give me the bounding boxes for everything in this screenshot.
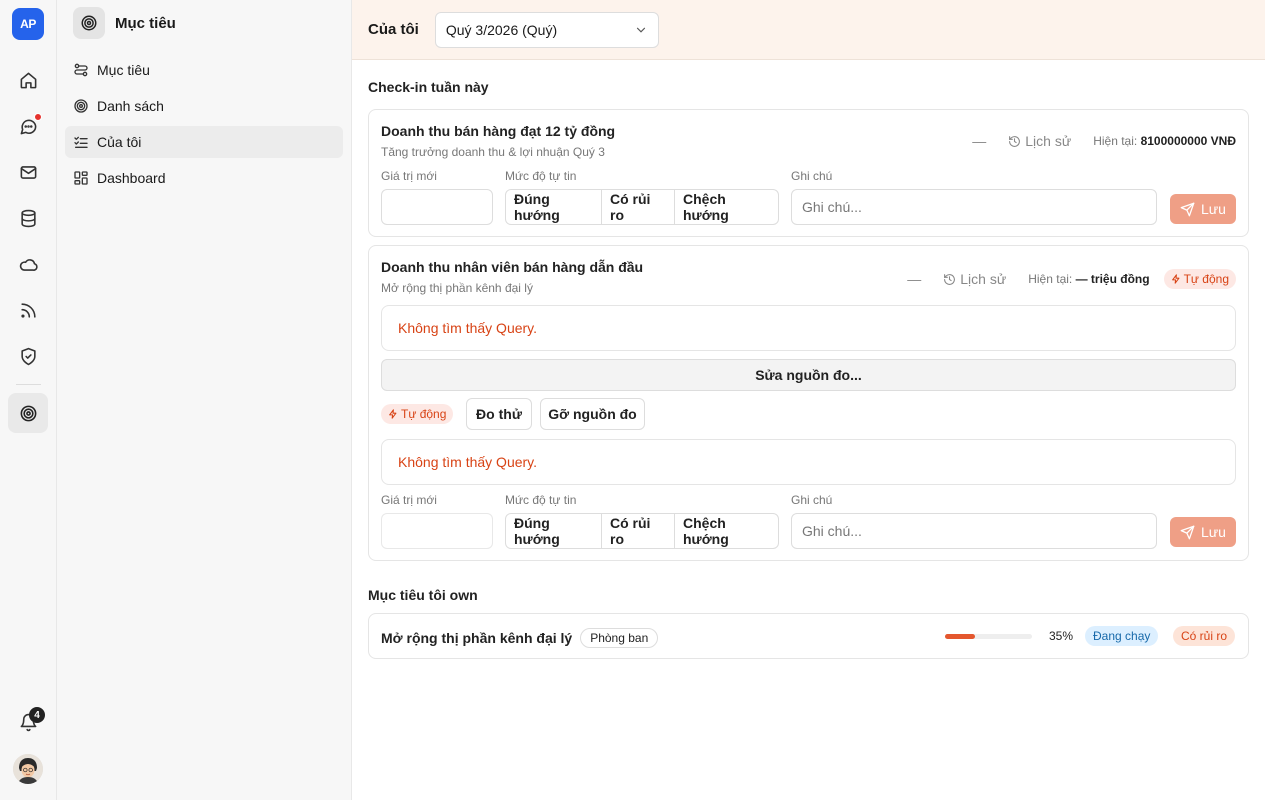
period-select[interactable]: Quý 3/2026 (Quý) xyxy=(434,11,659,48)
history-icon xyxy=(1009,135,1021,147)
card-title: Doanh thu nhân viên bán hàng dẫn đầu xyxy=(381,259,644,275)
new-value-input[interactable] xyxy=(381,189,493,225)
history-label: Lịch sử xyxy=(960,271,1007,287)
remove-source-button[interactable]: Gỡ nguồn đo xyxy=(540,398,645,430)
save-label: Lưu xyxy=(1201,524,1226,540)
save-button[interactable]: Lưu xyxy=(1170,194,1236,224)
unread-dot xyxy=(34,113,42,121)
sidebar-item-mine[interactable]: Của tôi xyxy=(65,126,343,158)
cloud-icon[interactable] xyxy=(12,248,44,280)
sidebar-nav: Mục tiêu Danh sách Của tôi Dashboard xyxy=(65,54,343,198)
card-title: Doanh thu bán hàng đạt 12 tỷ đồng xyxy=(381,123,616,139)
confidence-off-track[interactable]: Chệch hướng xyxy=(675,514,778,548)
send-icon xyxy=(1180,202,1195,216)
progress-bar-fill xyxy=(945,634,976,639)
sidebar: Mục tiêu Mục tiêu Danh sách Của tôi Dash… xyxy=(57,0,352,800)
confidence-label: Mức độ tự tin xyxy=(505,493,577,507)
confidence-segmented: Đúng hướng Có rủi ro Chệch hướng xyxy=(505,189,779,225)
edit-source-button[interactable]: Sửa nguồn đo... xyxy=(381,359,1236,391)
notification-count-badge: 4 xyxy=(29,707,45,723)
history-button[interactable]: Lịch sử xyxy=(943,271,1006,287)
confidence-segmented: Đúng hướng Có rủi ro Chệch hướng xyxy=(505,513,779,549)
confidence-label: Mức độ tự tin xyxy=(505,169,577,183)
current-value: Hiện tại: — triệu đồng xyxy=(1028,272,1150,286)
icon-rail: AP 4 xyxy=(0,0,57,800)
home-icon[interactable] xyxy=(12,64,44,96)
own-goal-title-group: Mở rộng thị phần kênh đại lý Phòng ban xyxy=(381,628,659,648)
mail-icon[interactable] xyxy=(12,156,44,188)
card-subtitle: Tăng trưởng doanh thu & lợi nhuận Quý 3 xyxy=(381,145,605,159)
auto-badge: Tự động xyxy=(381,404,454,424)
department-chip: Phòng ban xyxy=(580,628,659,648)
history-label: Lịch sử xyxy=(1025,133,1072,149)
query-error-message: Không tìm thấy Query. xyxy=(381,305,1236,351)
target-icon xyxy=(74,99,88,113)
topbar: Của tôi Quý 3/2026 (Quý) xyxy=(352,0,1265,60)
confidence-on-track[interactable]: Đúng hướng xyxy=(506,190,602,224)
query-error-message: Không tìm thấy Query. xyxy=(381,439,1236,485)
auto-badge: Tự động xyxy=(1163,269,1236,289)
confidence-off-track[interactable]: Chệch hướng xyxy=(675,190,778,224)
sidebar-title: Mục tiêu xyxy=(115,14,176,32)
goals-icon xyxy=(74,63,88,77)
lightning-icon xyxy=(1171,274,1180,284)
save-label: Lưu xyxy=(1201,201,1226,217)
app-logo[interactable]: AP xyxy=(12,8,44,40)
database-icon[interactable] xyxy=(12,202,44,234)
sidebar-item-label: Mục tiêu xyxy=(97,62,150,78)
card-meta: — Lịch sử Hiện tại: 8100000000 VNĐ xyxy=(972,133,1236,149)
confidence-at-risk[interactable]: Có rủi ro xyxy=(602,514,675,548)
current-value: Hiện tại: 8100000000 VNĐ xyxy=(1093,134,1236,148)
test-measure-button[interactable]: Đo thử xyxy=(466,398,532,430)
goals-target-icon[interactable] xyxy=(8,393,48,433)
checkin-section-title: Check-in tuần này xyxy=(368,79,489,95)
send-icon xyxy=(1180,525,1195,539)
rss-icon[interactable] xyxy=(12,294,44,326)
chat-icon[interactable] xyxy=(12,110,44,142)
new-value-input[interactable] xyxy=(381,513,493,549)
history-button[interactable]: Lịch sử xyxy=(1008,133,1071,149)
user-avatar[interactable] xyxy=(13,754,43,784)
note-input[interactable]: Ghi chú... xyxy=(791,189,1157,225)
note-label: Ghi chú xyxy=(791,493,833,507)
note-input[interactable]: Ghi chú... xyxy=(791,513,1157,549)
sidebar-item-label: Của tôi xyxy=(97,134,142,150)
rail-divider xyxy=(16,384,41,385)
sidebar-header: Mục tiêu xyxy=(73,7,176,39)
confidence-on-track[interactable]: Đúng hướng xyxy=(506,514,602,548)
own-section-title: Mục tiêu tôi own xyxy=(368,587,478,603)
main-content: Của tôi Quý 3/2026 (Quý) Check-in tuần n… xyxy=(352,0,1265,800)
note-label: Ghi chú xyxy=(791,169,833,183)
new-value-label: Giá trị mới xyxy=(381,493,437,507)
checklist-icon xyxy=(74,136,88,148)
goals-target-icon xyxy=(73,7,105,39)
risk-badge: Có rủi ro xyxy=(1173,626,1236,646)
shield-check-icon[interactable] xyxy=(12,340,44,372)
progress-percent: 35% xyxy=(1049,629,1074,643)
status-badge: Đang chạy xyxy=(1085,626,1159,646)
card-subtitle: Mở rộng thị phần kênh đại lý xyxy=(381,281,533,295)
new-value-label: Giá trị mới xyxy=(381,169,437,183)
save-button[interactable]: Lưu xyxy=(1170,517,1236,547)
history-icon xyxy=(944,273,956,285)
collapse-dash[interactable]: — xyxy=(972,133,986,149)
card-meta: — Lịch sử Hiện tại: — triệu đồng Tự động xyxy=(907,269,1236,289)
lightning-icon xyxy=(389,409,397,419)
chevron-down-icon xyxy=(636,27,645,33)
sidebar-item-dashboard[interactable]: Dashboard xyxy=(65,162,343,194)
page-title: Của tôi xyxy=(368,21,419,38)
confidence-at-risk[interactable]: Có rủi ro xyxy=(602,190,675,224)
sidebar-item-label: Danh sách xyxy=(97,98,164,114)
dashboard-icon xyxy=(74,171,88,185)
checkin-card: Doanh thu bán hàng đạt 12 tỷ đồng Tăng t… xyxy=(368,109,1249,237)
own-goal-title: Mở rộng thị phần kênh đại lý xyxy=(381,630,573,646)
sidebar-item-label: Dashboard xyxy=(97,170,166,186)
progress-bar xyxy=(945,634,1032,639)
sidebar-item-goals[interactable]: Mục tiêu xyxy=(65,54,343,86)
checkin-card: Doanh thu nhân viên bán hàng dẫn đầu Mở … xyxy=(368,245,1249,561)
period-select-value: Quý 3/2026 (Quý) xyxy=(445,21,558,38)
collapse-dash[interactable]: — xyxy=(907,271,921,287)
sidebar-item-list[interactable]: Danh sách xyxy=(65,90,343,122)
own-goal-row[interactable]: Mở rộng thị phần kênh đại lý Phòng ban 3… xyxy=(368,613,1249,659)
